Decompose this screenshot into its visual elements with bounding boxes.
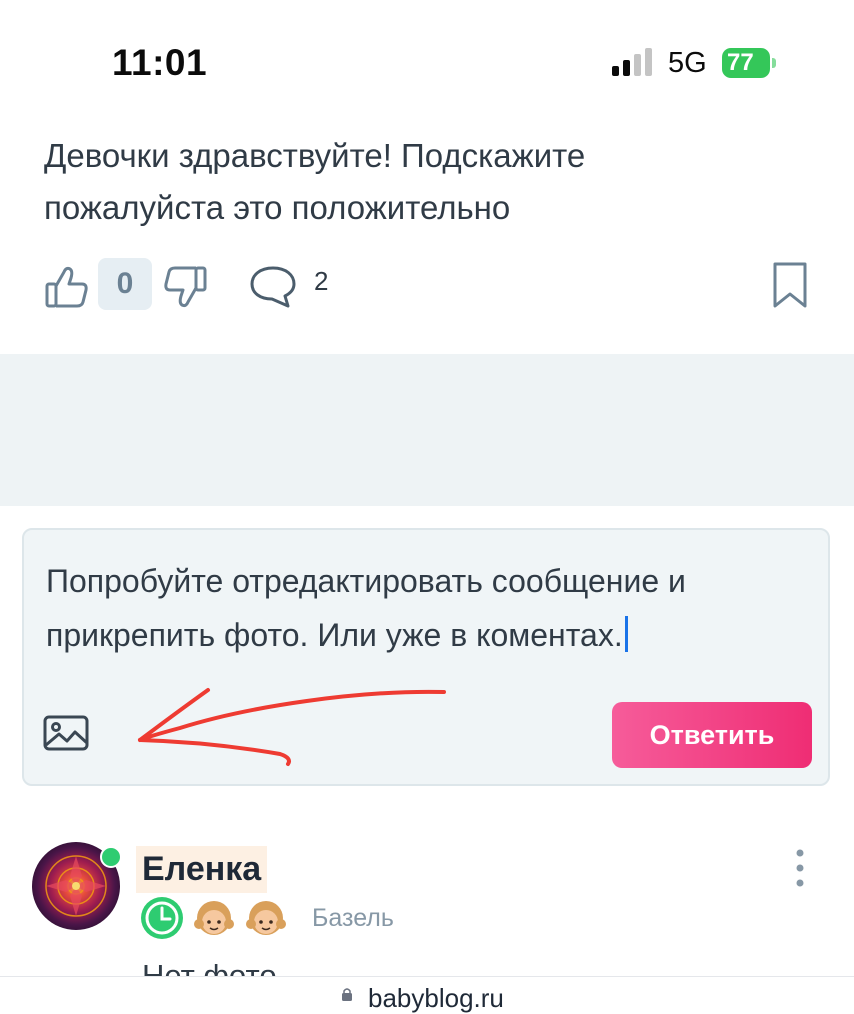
more-options-icon[interactable] xyxy=(792,848,808,888)
comment-item: Еленка Базель Нет фо xyxy=(0,826,854,1000)
browser-url: babyblog.ru xyxy=(368,983,504,1013)
section-gap xyxy=(0,354,854,506)
girl-emoji xyxy=(194,901,234,935)
like-count: 0 xyxy=(98,258,152,310)
signal-icon xyxy=(612,48,652,76)
reply-button[interactable]: Ответить xyxy=(612,702,812,768)
comment-count: 2 xyxy=(314,266,329,296)
browser-url-bar[interactable]: babyblog.ru xyxy=(0,976,854,1013)
post-text: Девочки здравствуйте! Подскажите пожалуй… xyxy=(44,137,586,226)
thumbs-down-icon[interactable] xyxy=(162,264,208,310)
post-actions: 0 2 xyxy=(0,258,854,318)
comment-icon[interactable] xyxy=(248,264,298,310)
battery-icon: 77 xyxy=(722,48,776,78)
clock-icon xyxy=(141,897,183,939)
reply-form: Попробуйте отредактировать сообщение и п… xyxy=(22,528,830,786)
reply-textarea[interactable]: Попробуйте отредактировать сообщение и п… xyxy=(46,554,796,662)
bookmark-icon[interactable] xyxy=(770,260,810,310)
comment-author[interactable]: Еленка xyxy=(136,846,268,893)
status-bar: 11:01 5G 77 xyxy=(0,0,854,110)
post-card: Девочки здравствуйте! Подскажите пожалуй… xyxy=(0,110,854,354)
girl-emoji xyxy=(246,901,286,935)
network-type: 5G xyxy=(668,47,707,79)
comment-city: Базель xyxy=(312,904,394,932)
reply-text: Попробуйте отредактировать сообщение и п… xyxy=(46,563,686,653)
image-icon[interactable] xyxy=(42,712,90,754)
text-caret xyxy=(624,616,628,652)
lock-icon xyxy=(342,988,352,1001)
battery-level: 77 xyxy=(727,49,754,76)
thumbs-up-icon[interactable] xyxy=(44,264,90,310)
status-time: 11:01 xyxy=(112,42,208,83)
online-indicator xyxy=(100,846,122,868)
